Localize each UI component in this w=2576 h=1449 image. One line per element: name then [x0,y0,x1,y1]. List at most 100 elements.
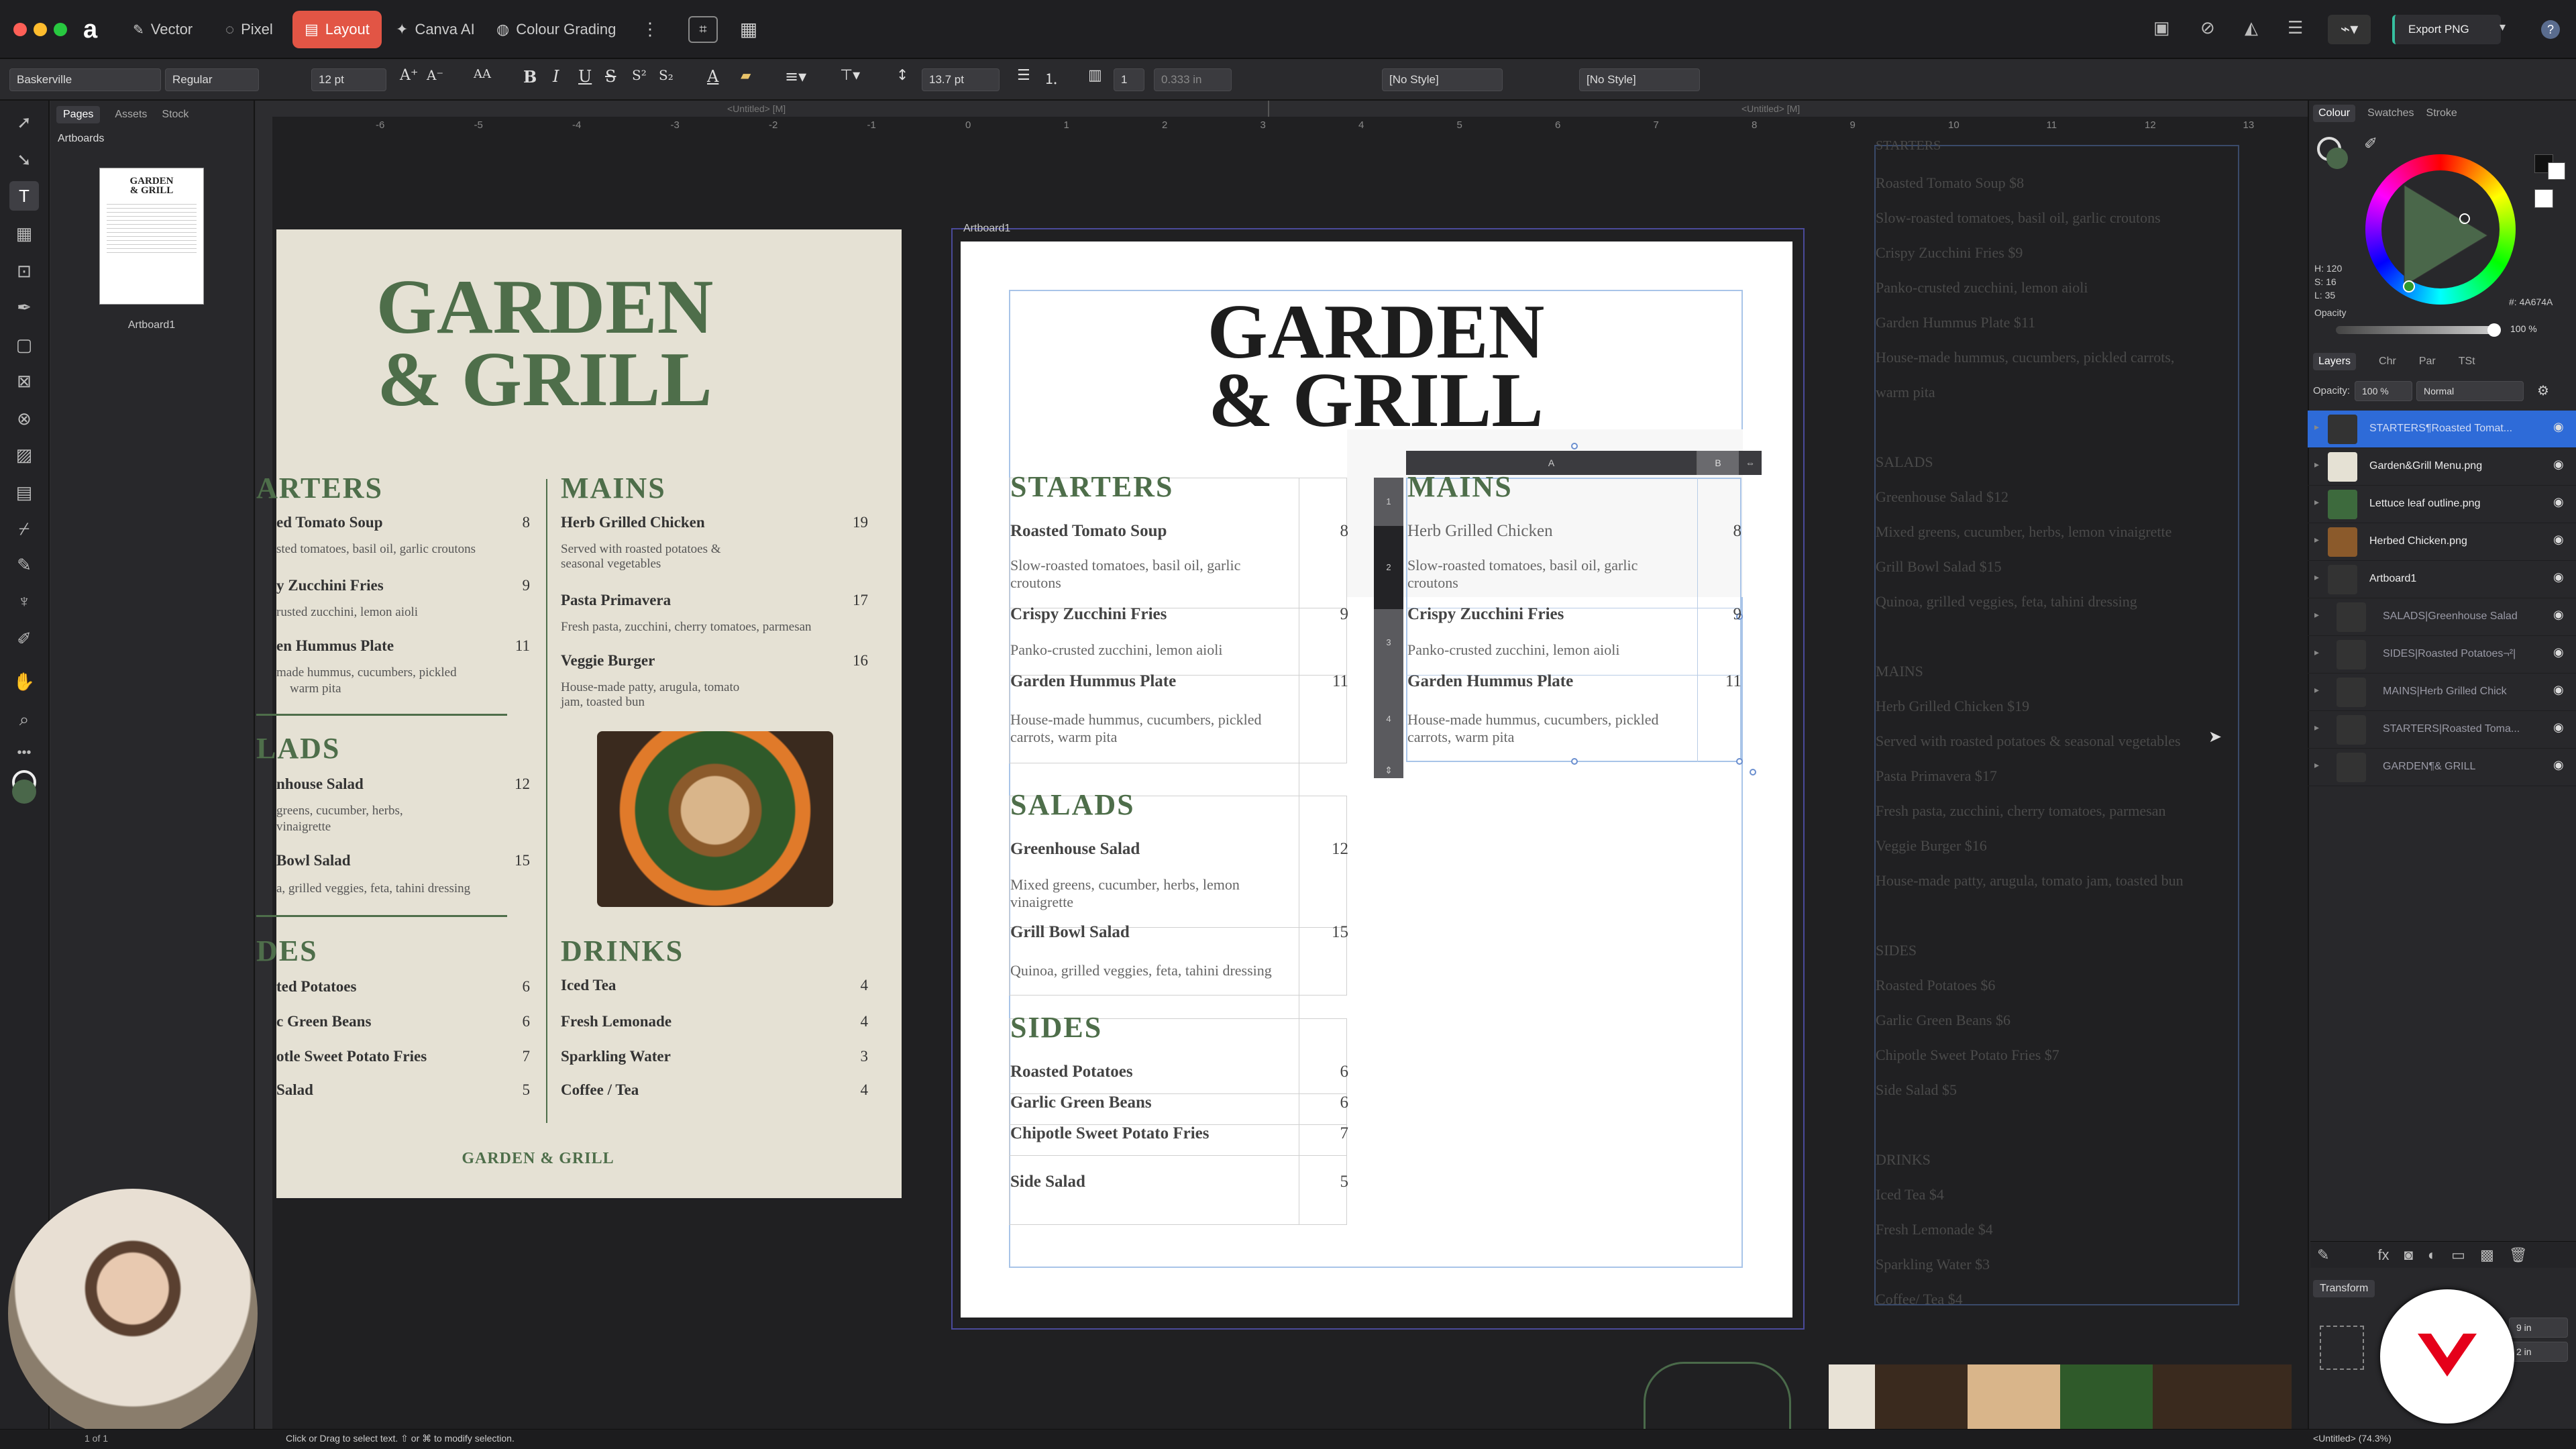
menu-price[interactable]: 12 [1308,840,1348,859]
expand-icon[interactable]: ▸ [2314,609,2319,621]
visibility-icon[interactable]: ◉ [2553,420,2564,434]
arrange-icon[interactable]: ☰ [2288,17,2303,38]
layer-name[interactable]: STARTERS¶Roasted Tomat... [2369,423,2512,435]
artboard-thumbnail[interactable]: GARDEN & GRILL [99,168,204,305]
tab-pages[interactable]: Pages [56,106,101,123]
visibility-icon[interactable]: ◉ [2553,495,2564,509]
layer-row[interactable]: ▸ GARDEN¶& GRILL ◉ [2308,749,2576,786]
superscript-button[interactable]: S² [632,67,647,83]
fx-icon[interactable]: fx [2377,1246,2389,1264]
layer-settings-icon[interactable]: ⚙ [2537,382,2549,399]
menu-price[interactable]: 8 [1701,522,1742,541]
expand-icon[interactable]: ▸ [2314,647,2319,658]
selection-handle[interactable] [1750,769,1756,775]
tab-swatches[interactable]: Swatches [2367,107,2414,119]
zoom-window-button[interactable] [54,23,67,36]
menu-price[interactable]: 9 [1308,605,1349,624]
menu-price[interactable]: 6 [1308,1093,1349,1112]
colour-picker-tool-icon[interactable]: ✐ [9,624,39,653]
visibility-icon[interactable]: ◉ [2553,720,2564,735]
zoom-tool-icon[interactable]: ⌕ [9,704,39,734]
tab-colour[interactable]: Colour [2313,105,2356,122]
visibility-icon[interactable]: ◉ [2553,683,2564,697]
layer-row[interactable]: ▸ SALADS|Greenhouse Salad ◉ [2308,598,2576,636]
colour-picker-handle[interactable] [2459,213,2470,224]
tab-assets[interactable]: Assets [115,109,147,121]
menu-item[interactable]: Chipotle Sweet Potato Fries [1010,1124,1209,1143]
persona-vector[interactable]: ✎ Vector [121,11,205,48]
menu-item[interactable]: Greenhouse Salad [1010,840,1140,859]
move-tool-icon[interactable]: ➚ [9,107,39,137]
font-size-field[interactable]: 12 pt [311,68,386,91]
visibility-icon[interactable]: ◉ [2553,533,2564,547]
layer-name[interactable]: Lettuce leaf outline.png [2369,498,2480,510]
grid-icon[interactable]: ▦ [735,16,762,43]
expand-icon[interactable]: ▸ [2314,459,2319,470]
menu-desc[interactable]: Panko-crusted zucchini, lemon aioli [1010,641,1222,659]
layer-name[interactable]: Garden&Grill Menu.png [2369,460,2482,472]
expand-icon[interactable]: ▸ [2314,759,2319,771]
artboard-tool-icon[interactable]: ⊡ [9,256,39,286]
sides-heading[interactable]: SIDES [1010,1010,1102,1044]
edit-icon[interactable]: ✎ [2317,1246,2329,1264]
tab-text-styles[interactable]: TSt [2459,356,2475,368]
paragraph-style-select[interactable]: [No Style] [1382,68,1503,91]
visibility-icon[interactable]: ◉ [2553,458,2564,472]
expand-icon[interactable]: ▸ [2314,684,2319,696]
menu-price[interactable]: 9 [1701,605,1742,624]
layer-row[interactable]: ▸ STARTERS|Roasted Toma... ◉ [2308,711,2576,749]
selection-handle[interactable] [1571,443,1578,449]
transform-panel-title[interactable]: Transform [2313,1280,2375,1297]
tab-paragraph[interactable]: Par [2419,356,2436,368]
menu-desc[interactable]: House-made hummus, cucumbers, pickled ca… [1010,711,1305,746]
expand-icon[interactable]: ▸ [2314,722,2319,733]
highlight-icon[interactable]: ▰ [741,67,751,83]
persona-colour-grading[interactable]: ◍ Colour Grading [484,11,628,48]
table-row-4[interactable]: 4 [1374,676,1403,762]
tab-stroke[interactable]: Stroke [2426,107,2457,119]
font-family-field[interactable]: Baskerville [9,68,161,91]
layer-opacity-field[interactable]: 100 % [2355,381,2412,401]
colour-triangle[interactable] [2394,185,2487,286]
tab-layers[interactable]: Layers [2313,353,2357,370]
bold-button[interactable]: B [523,67,537,87]
crop-tool-icon[interactable]: ⌿ [9,514,39,543]
underline-button[interactable]: U [578,67,592,86]
expand-icon[interactable]: ▸ [2314,421,2319,433]
menu-item[interactable]: Herb Grilled Chicken [1407,522,1553,541]
visibility-icon[interactable]: ◉ [2553,645,2564,659]
menu-price[interactable]: 15 [1308,923,1348,942]
checker-icon[interactable]: ▩ [2480,1246,2494,1264]
selection-handle[interactable] [1571,758,1578,765]
white-swatch-icon[interactable] [2548,162,2565,180]
layer-name[interactable]: STARTERS|Roasted Toma... [2383,723,2520,735]
menu-price[interactable]: 11 [1308,672,1348,691]
layer-row[interactable]: ▸ MAINS|Herb Grilled Chick ◉ [2308,674,2576,711]
grow-font-icon[interactable]: A⁺ [400,67,419,84]
brush-tool-icon[interactable]: ✎ [9,550,39,580]
lettuce-leaf-outline-image[interactable] [1644,1362,1791,1429]
transform-height-field[interactable]: 2 in [2509,1342,2568,1362]
table-resize-icon[interactable]: ⇔ [1739,451,1762,475]
expand-icon[interactable]: ▸ [2314,534,2319,545]
leading-field[interactable]: 13.7 pt [922,68,1000,91]
export-button[interactable]: Export PNG [2392,15,2501,44]
salads-heading[interactable]: SALADS [1010,788,1135,822]
menu-desc[interactable]: Slow-roasted tomatoes, basil oil, garlic… [1010,557,1292,592]
menu-item[interactable]: Side Salad [1010,1173,1085,1191]
layer-name[interactable]: MAINS|Herb Grilled Chick [2383,686,2507,698]
transform-width-field[interactable]: 9 in [2509,1318,2568,1338]
view-mode-icon[interactable]: ▣ [2153,17,2170,38]
fill-swatch-icon[interactable] [2326,148,2348,169]
preview-icon[interactable]: ⊘ [2200,17,2215,38]
minimize-window-button[interactable] [34,23,47,36]
persona-layout[interactable]: ▤ Layout [292,11,382,48]
menu-title[interactable]: GARDEN & GRILL [1009,293,1743,439]
help-icon[interactable]: ? [2541,20,2560,39]
opacity-slider-handle[interactable] [2487,323,2501,337]
menu-item[interactable]: Roasted Potatoes [1010,1063,1133,1081]
persona-pixel[interactable]: ◌ Pixel [213,11,285,48]
menu-item[interactable]: Garlic Green Beans [1010,1093,1152,1112]
selection-handle[interactable] [1736,758,1743,765]
menu-desc[interactable]: Mixed greens, cucumber, herbs, lemon vin… [1010,876,1292,911]
